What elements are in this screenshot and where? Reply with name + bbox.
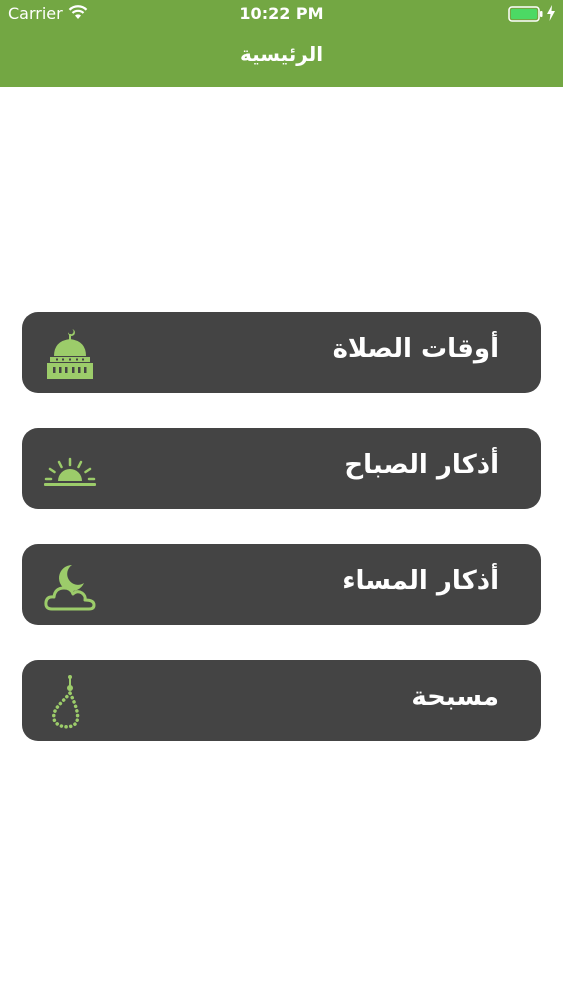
mosque-icon bbox=[42, 325, 98, 381]
menu-item-label: أوقات الصلاة bbox=[332, 334, 499, 364]
sunrise-icon bbox=[42, 441, 98, 497]
main-menu: أوقات الصلاة أذكار الصباح أذكار المساء م… bbox=[22, 312, 541, 776]
menu-item-morning-adhkar[interactable]: أذكار الصباح bbox=[22, 428, 541, 509]
app-header: Carrier 10:22 PM الرئيسية bbox=[0, 0, 563, 87]
prayer-beads-icon bbox=[42, 673, 98, 729]
menu-item-label: أذكار المساء bbox=[342, 566, 499, 596]
status-time: 10:22 PM bbox=[239, 4, 324, 23]
menu-item-label: مسبحة bbox=[411, 682, 499, 712]
battery-icon bbox=[508, 6, 544, 26]
menu-item-evening-adhkar[interactable]: أذكار المساء bbox=[22, 544, 541, 625]
charging-bolt-icon bbox=[546, 5, 556, 25]
menu-item-label: أذكار الصباح bbox=[344, 450, 499, 480]
menu-item-tasbih[interactable]: مسبحة bbox=[22, 660, 541, 741]
page-title: الرئيسية bbox=[239, 42, 324, 66]
menu-item-prayer-times[interactable]: أوقات الصلاة bbox=[22, 312, 541, 393]
status-bar: Carrier 10:22 PM bbox=[0, 0, 563, 30]
moon-cloud-icon bbox=[42, 557, 98, 613]
